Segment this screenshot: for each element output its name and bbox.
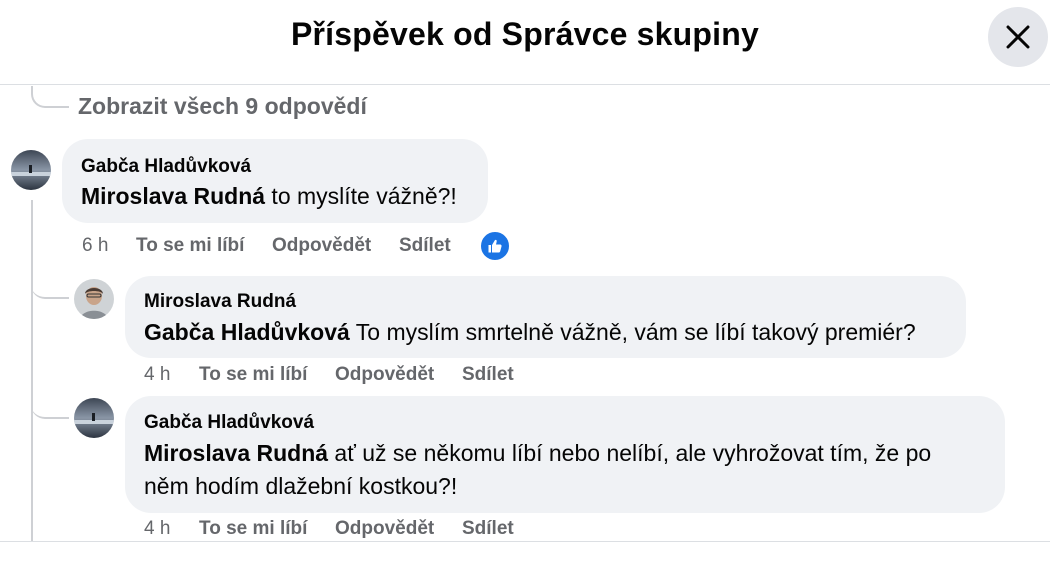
avatar[interactable] (74, 279, 114, 319)
timestamp[interactable]: 4 h (144, 364, 170, 386)
close-button[interactable] (988, 7, 1048, 67)
share-button[interactable]: Sdílet (462, 364, 514, 386)
like-button[interactable]: To se mi líbí (199, 518, 307, 540)
close-icon (1006, 25, 1030, 49)
dialog-header: Příspěvek od Správce skupiny (0, 0, 1050, 85)
mention-link[interactable]: Miroslava Rudná (144, 440, 328, 466)
mention-link[interactable]: Gabča Hladůvková (144, 319, 350, 345)
comment-text: Gabča Hladůvková To myslím smrtelně vážn… (144, 316, 916, 349)
timestamp[interactable]: 6 h (82, 235, 108, 257)
like-reaction-icon[interactable] (479, 230, 511, 262)
comment-text-content: to myslíte vážně?! (265, 183, 457, 209)
comment-author[interactable]: Miroslava Rudná (144, 291, 296, 313)
timestamp[interactable]: 4 h (144, 518, 170, 540)
comment-text: Miroslava Rudná ať už se někomu líbí neb… (144, 437, 994, 503)
share-button[interactable]: Sdílet (462, 518, 514, 540)
avatar[interactable] (74, 398, 114, 438)
comment-text: Miroslava Rudná to myslíte vážně?! (81, 180, 457, 213)
thread-line-top (31, 86, 69, 108)
comment-author[interactable]: Gabča Hladůvková (144, 412, 314, 434)
comment-text-line-2: něm hodím dlažební kostkou?! (144, 473, 458, 499)
like-button[interactable]: To se mi líbí (136, 235, 244, 257)
comment-text-line-1: Miroslava Rudná ať už se někomu líbí neb… (144, 437, 994, 470)
comment-text-content: To myslím smrtelně vážně, vám se líbí ta… (349, 319, 916, 345)
view-all-replies-link[interactable]: Zobrazit všech 9 odpovědí (78, 93, 367, 120)
thread-line-branch-1 (31, 276, 69, 299)
reply-button[interactable]: Odpovědět (272, 235, 371, 257)
share-button[interactable]: Sdílet (399, 235, 451, 257)
comment-author[interactable]: Gabča Hladůvková (81, 156, 251, 178)
comment-text-content: ať už se někomu líbí nebo nelíbí, ale vy… (328, 440, 932, 466)
page-title: Příspěvek od Správce skupiny (290, 16, 760, 52)
like-button[interactable]: To se mi líbí (199, 364, 307, 386)
thread-line-vertical (31, 200, 33, 541)
mention-link[interactable]: Miroslava Rudná (81, 183, 265, 209)
reply-button[interactable]: Odpovědět (335, 518, 434, 540)
reply-button[interactable]: Odpovědět (335, 364, 434, 386)
avatar[interactable] (11, 150, 51, 190)
thread-line-branch-2 (31, 396, 69, 419)
divider (0, 541, 1050, 542)
